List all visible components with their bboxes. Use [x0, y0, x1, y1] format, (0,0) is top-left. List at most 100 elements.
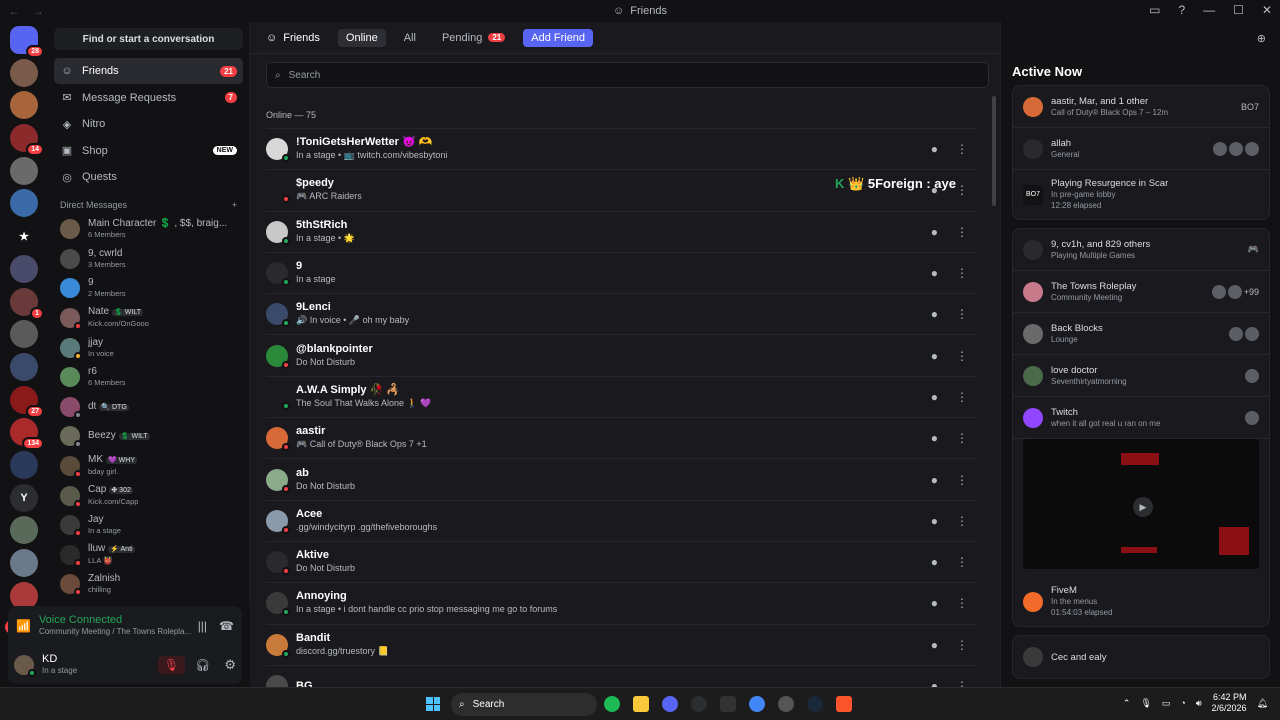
message-icon[interactable]: ●	[931, 514, 938, 528]
more-options-icon[interactable]: ⋮	[956, 307, 968, 321]
app-icon[interactable]	[778, 696, 794, 712]
find-conversation-button[interactable]: Find or start a conversation	[54, 28, 243, 50]
message-icon[interactable]: ●	[931, 638, 938, 652]
forward-arrow-icon[interactable]: →	[32, 4, 44, 18]
more-options-icon[interactable]: ⋮	[956, 349, 968, 363]
close-icon[interactable]: ✕	[1262, 3, 1272, 17]
tab-pending[interactable]: Pending 21	[434, 29, 513, 47]
friend-row[interactable]: $peedy 🎮 ARC Raiders ● ⋮ K 👑 5Foreign : aye	[266, 169, 976, 210]
nav-nitro[interactable]: ◈ Nitro	[54, 111, 243, 137]
message-icon[interactable]: ●	[931, 142, 938, 156]
dm-item[interactable]: jjay In voice	[48, 333, 249, 363]
dm-item[interactable]: dt 🔍 DTG	[48, 392, 249, 422]
steam-icon[interactable]	[807, 696, 823, 712]
activity-row[interactable]: Back Blocks Lounge	[1013, 313, 1269, 355]
friend-row[interactable]: aastir 🎮 Call of Duty® Black Ops 7 +1 ● ⋮	[266, 417, 976, 458]
server-icon[interactable]: 27	[10, 385, 44, 418]
wifi-icon[interactable]: ◔	[1180, 698, 1185, 708]
more-options-icon[interactable]: ⋮	[956, 390, 968, 404]
friend-row[interactable]: Annoying In a stage • i dont handle cc pr…	[266, 582, 976, 623]
server-icon[interactable]	[10, 320, 38, 349]
friend-row[interactable]: 9 In a stage ● ⋮	[266, 251, 976, 293]
add-friend-button[interactable]: Add Friend	[523, 28, 594, 47]
soundboard-icon[interactable]: |||	[198, 619, 207, 633]
friend-row[interactable]: @blankpointer Do Not Disturb ● ⋮	[266, 334, 976, 375]
mic-icon[interactable]: 🎙︎	[1140, 698, 1151, 709]
add-dm-icon[interactable]: +	[232, 200, 237, 210]
activity-row[interactable]: aastir, Mar, and 1 other Call of Duty® Bl…	[1013, 86, 1269, 128]
volume-icon[interactable]: 🔊︎	[1196, 698, 1202, 709]
activity-row[interactable]: The Towns Roleplay Community Meeting +99	[1013, 271, 1269, 313]
mute-icon[interactable]: 🎙︎	[157, 656, 186, 674]
server-icon[interactable]: ★	[10, 222, 38, 251]
message-icon[interactable]: ●	[931, 307, 938, 321]
message-icon[interactable]: ●	[931, 431, 938, 445]
file-explorer-icon[interactable]	[633, 696, 649, 712]
epic-games-icon[interactable]	[720, 696, 736, 712]
friend-row[interactable]: 9Lenci 🔊 In voice • 🎤 oh my baby ● ⋮	[266, 293, 976, 334]
search-input[interactable]: ⌕ Search	[266, 62, 989, 88]
new-group-dm-icon[interactable]: ⊕	[1257, 32, 1266, 45]
activity-row[interactable]: love doctor Seventhirtyatmorning	[1013, 355, 1269, 397]
tab-all[interactable]: All	[396, 29, 424, 47]
nav-quests[interactable]: ◎ Quests	[54, 164, 243, 190]
friend-row[interactable]: Acee .gg/windycityrp .gg/thefiveboroughs …	[266, 499, 976, 541]
dm-item[interactable]: Zalnish chilling	[48, 570, 249, 600]
inbox-icon[interactable]: ▭	[1149, 3, 1160, 17]
server-icon[interactable]: 14	[10, 124, 44, 157]
friend-row[interactable]: 5thStRich In a stage • 🌟 ● ⋮	[266, 210, 976, 252]
message-icon[interactable]: ●	[931, 390, 938, 404]
server-icon[interactable]: 1	[10, 287, 44, 320]
network-icon[interactable]: ▭	[1162, 698, 1171, 709]
tray-chevron-icon[interactable]: ⌃	[1123, 698, 1131, 709]
back-arrow-icon[interactable]: ←	[8, 4, 20, 18]
disconnect-icon[interactable]: ☎	[219, 619, 234, 633]
friend-row[interactable]: Bandit discord.gg/truestory 📒 ● ⋮	[266, 623, 976, 665]
dm-item[interactable]: 9 2 Members	[48, 274, 249, 304]
tab-online[interactable]: Online	[337, 28, 386, 47]
activity-card[interactable]: aastir, Mar, and 1 other Call of Duty® Bl…	[1012, 85, 1270, 220]
server-icon[interactable]	[10, 549, 38, 577]
deafen-icon[interactable]: 🎧︎	[195, 658, 210, 672]
home-button[interactable]: 28	[10, 26, 44, 58]
message-icon[interactable]: ●	[931, 473, 938, 487]
more-options-icon[interactable]: ⋮	[956, 266, 968, 280]
chrome-icon[interactable]	[749, 696, 765, 712]
activity-row[interactable]: 9, cv1h, and 829 others Playing Multiple …	[1013, 229, 1269, 271]
message-icon[interactable]: ●	[931, 349, 938, 363]
clock[interactable]: 6:42 PM 2/6/2026	[1212, 692, 1247, 714]
dm-item[interactable]: Nate 💲 WILT Kick.com/OnGooo	[48, 303, 249, 333]
spotify-icon[interactable]	[604, 696, 620, 712]
activity-row[interactable]: Cec and ealy	[1013, 636, 1269, 678]
more-options-icon[interactable]: ⋮	[956, 225, 968, 239]
nav-message-requests[interactable]: ✉ Message Requests 7	[54, 85, 243, 111]
more-options-icon[interactable]: ⋮	[956, 514, 968, 528]
server-icon[interactable]: Y	[10, 483, 38, 512]
more-options-icon[interactable]: ⋮	[956, 555, 968, 569]
message-icon[interactable]: ●	[931, 596, 938, 610]
dm-item[interactable]: Jay In a stage	[48, 510, 249, 540]
avatar[interactable]	[14, 655, 36, 677]
dm-item[interactable]: 9, cwrld 3 Members	[48, 244, 249, 274]
more-options-icon[interactable]: ⋮	[956, 596, 968, 610]
notification-bell-icon[interactable]: 🔔︎	[1257, 698, 1268, 709]
friend-row[interactable]: Aktive Do Not Disturb ● ⋮	[266, 540, 976, 582]
nav-friends[interactable]: ☺ Friends 21	[54, 58, 243, 84]
activity-card[interactable]: 9, cv1h, and 829 others Playing Multiple …	[1012, 228, 1270, 627]
server-icon[interactable]	[10, 516, 38, 545]
dm-item[interactable]: Cap ✤ 302 Kick.com/Capp	[48, 481, 249, 511]
activity-row[interactable]: Twitch when it all got real u ran on me	[1013, 397, 1269, 439]
server-icon[interactable]	[10, 254, 38, 283]
maximize-icon[interactable]: ☐	[1233, 3, 1244, 17]
friend-row[interactable]: A.W.A Simply 🥀 🦂 The Soul That Walks Alon…	[266, 375, 976, 417]
friend-row[interactable]: !ToniGetsHerWetter 😈 🫶 In a stage • 📺 twi…	[266, 128, 976, 169]
discord-icon[interactable]	[662, 696, 678, 712]
activity-row[interactable]: FiveM In the menus 01:54:03 elapsed	[1013, 577, 1269, 626]
activity-card[interactable]: Cec and ealy	[1012, 635, 1270, 679]
brave-icon[interactable]	[836, 696, 852, 712]
nav-shop[interactable]: ▣ Shop NEW	[54, 138, 243, 164]
server-icon[interactable]	[10, 156, 38, 185]
message-icon[interactable]: ●	[931, 225, 938, 239]
app-icon[interactable]	[691, 696, 707, 712]
server-icon[interactable]	[10, 189, 38, 218]
